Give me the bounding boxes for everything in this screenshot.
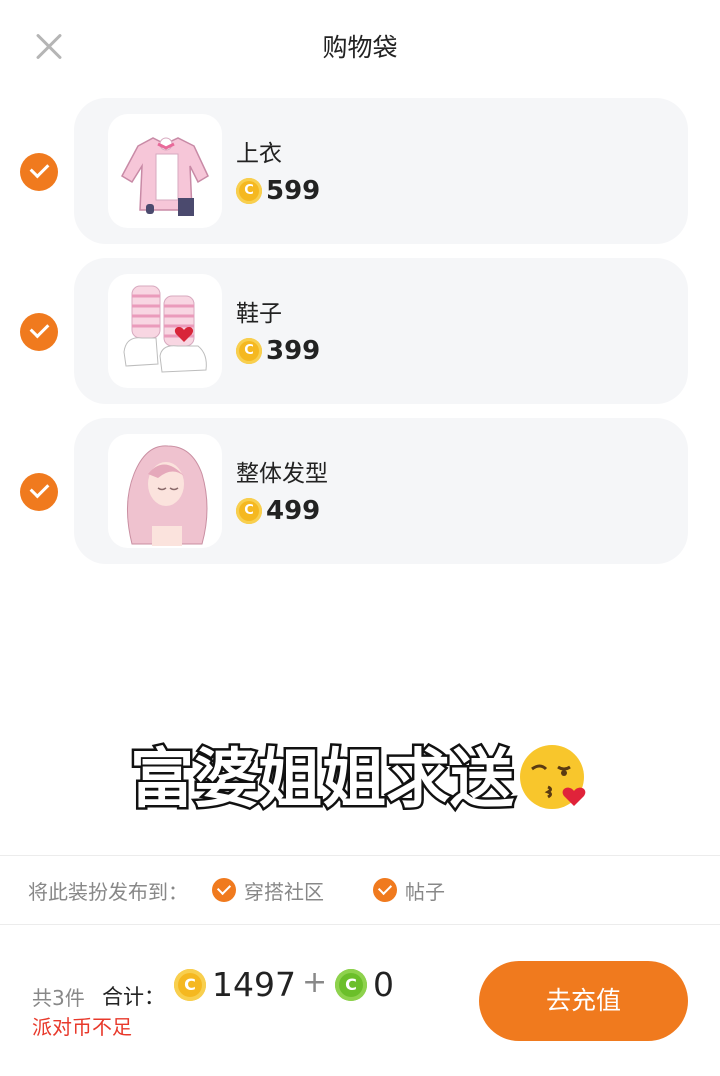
shoes-image xyxy=(108,274,222,388)
item-price: 499 xyxy=(236,496,320,526)
green-coin-icon xyxy=(335,969,367,1001)
item-checkbox[interactable] xyxy=(20,153,58,191)
gold-total: 1497 xyxy=(212,965,296,1004)
gold-coin-icon xyxy=(174,969,206,1001)
item-price: 599 xyxy=(236,176,320,206)
publish-bar: 将此装扮发布到： 穿搭社区 帖子 xyxy=(0,856,720,924)
item-name: 上衣 xyxy=(236,141,282,167)
price-value: 599 xyxy=(266,176,321,206)
price-value: 499 xyxy=(266,496,321,526)
gold-coin-icon xyxy=(236,498,262,524)
page-title: 购物袋 xyxy=(322,33,398,62)
caption-text: 富婆姐姐求送 xyxy=(128,741,517,820)
kissing-face-emoji xyxy=(520,745,586,809)
cart-item: 鞋子 399 xyxy=(0,258,720,406)
publish-post-checkbox[interactable] xyxy=(373,878,397,902)
item-checkbox[interactable] xyxy=(20,313,58,351)
gold-coin-icon xyxy=(236,338,262,364)
jacket-image xyxy=(108,114,222,228)
item-price: 399 xyxy=(236,336,320,366)
overlay-caption: 富婆姐姐求送 xyxy=(0,728,720,820)
plus-sign: + xyxy=(302,965,328,1000)
green-total: 0 xyxy=(373,965,394,1004)
price-value: 399 xyxy=(266,336,321,366)
cart-item: 上衣 599 xyxy=(0,98,720,246)
publish-label: 将此装扮发布到： xyxy=(28,880,188,904)
total-label: 合计： xyxy=(102,985,165,1009)
gold-coin-icon xyxy=(236,178,262,204)
item-name: 鞋子 xyxy=(236,301,282,327)
publish-community-label[interactable]: 穿搭社区 xyxy=(244,876,324,905)
recharge-button[interactable]: 去充值 xyxy=(479,961,688,1041)
hairstyle-image xyxy=(108,434,222,548)
insufficient-coins-warning: 派对币不足 xyxy=(32,1015,132,1039)
item-card[interactable]: 鞋子 399 xyxy=(74,258,688,404)
checkout-bar: 共3件 合计： 1497 + 0 派对币不足 去充值 xyxy=(0,925,720,1076)
publish-community-checkbox[interactable] xyxy=(212,878,236,902)
item-count: 共3件 xyxy=(32,986,85,1010)
item-card[interactable]: 整体发型 499 xyxy=(74,418,688,564)
item-name: 整体发型 xyxy=(236,461,328,487)
publish-post-label[interactable]: 帖子 xyxy=(405,876,445,905)
item-checkbox[interactable] xyxy=(20,473,58,511)
cart-item: 整体发型 499 xyxy=(0,418,720,566)
header: 购物袋 xyxy=(0,0,720,90)
item-card[interactable]: 上衣 599 xyxy=(74,98,688,244)
